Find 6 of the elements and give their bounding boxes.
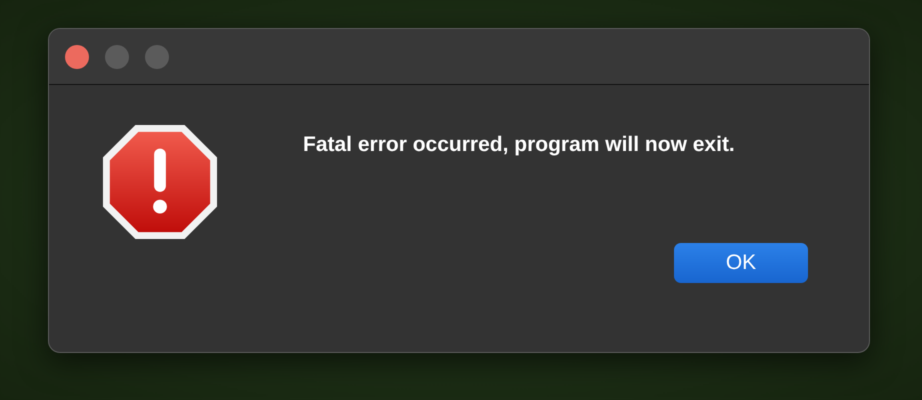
- close-button[interactable]: [65, 44, 89, 68]
- ok-button[interactable]: OK: [674, 243, 808, 283]
- error-message: Fatal error occurred, program will now exit.: [303, 132, 736, 157]
- error-stop-icon: [101, 123, 219, 241]
- zoom-button[interactable]: [145, 44, 169, 68]
- minimize-button[interactable]: [105, 44, 129, 68]
